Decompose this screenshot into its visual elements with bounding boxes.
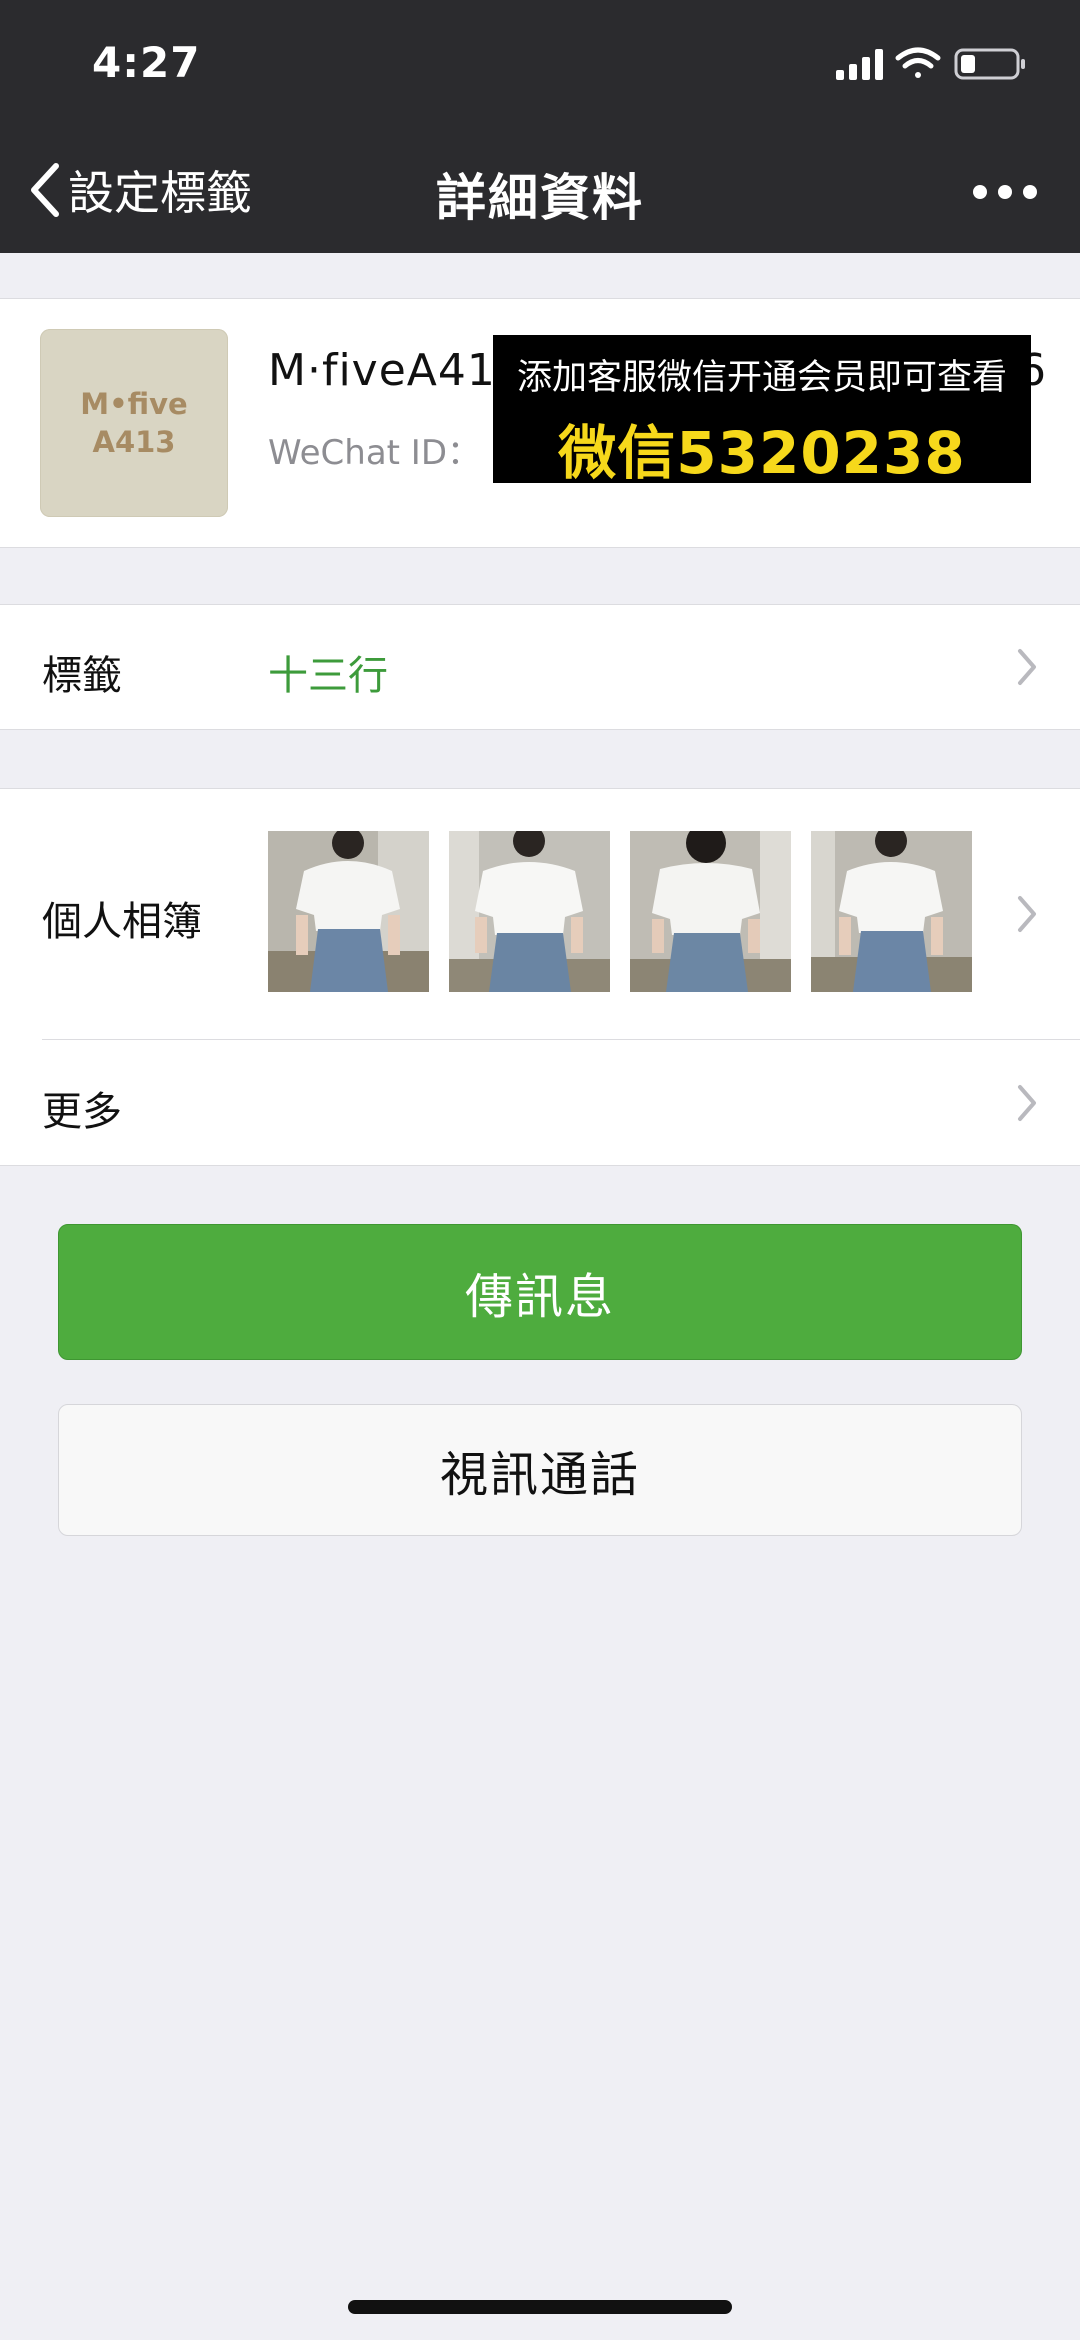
promo-contact: 微信5320238: [558, 419, 966, 487]
chevron-right-icon: [1018, 649, 1036, 685]
signal-icon: [836, 49, 883, 80]
album-photo-4[interactable]: [811, 831, 972, 992]
video-call-button[interactable]: 視訊通話: [58, 1404, 1022, 1536]
tag-row[interactable]: 標籤 十三行: [0, 605, 1080, 729]
avatar[interactable]: M•five A413: [40, 329, 228, 517]
album-photo-3[interactable]: [630, 831, 791, 992]
album-photo-1[interactable]: [268, 831, 429, 992]
profile-name: M·fiveA41: [268, 345, 496, 396]
top-bar: 4:27 設定標籤 詳細資料: [0, 0, 1080, 253]
avatar-text-line1: M•five: [80, 387, 188, 421]
status-icons: [836, 47, 1025, 80]
album-row[interactable]: 個人相簿: [0, 789, 1080, 1039]
status-time: 4:27: [92, 38, 201, 87]
tag-group: 標籤 十三行: [0, 604, 1080, 730]
more-row[interactable]: 更多: [0, 1039, 1080, 1165]
tag-value: 十三行: [268, 653, 388, 699]
promo-overlay-banner: 添加客服微信开通会员即可查看 微信5320238: [493, 335, 1031, 487]
info-group: 個人相簿 更多: [0, 788, 1080, 1166]
album-label: 個人相簿: [42, 899, 202, 945]
chevron-right-icon: [1018, 1085, 1036, 1121]
send-message-button[interactable]: 傳訊息: [58, 1224, 1022, 1360]
album-thumbnails: [268, 831, 972, 992]
battery-icon: [954, 48, 1025, 80]
page-title: 詳細資料: [436, 169, 644, 227]
album-photo-2[interactable]: [449, 831, 610, 992]
chevron-right-icon: [1018, 896, 1036, 932]
promo-text: 添加客服微信开通会员即可查看: [516, 358, 1007, 398]
more-options-icon[interactable]: [970, 172, 1040, 212]
more-label: 更多: [42, 1089, 122, 1135]
tag-label: 標籤: [42, 653, 122, 699]
avatar-text-line2: A413: [92, 425, 176, 459]
home-indicator[interactable]: [348, 2300, 732, 2314]
wifi-icon: [895, 47, 941, 78]
wechat-id-label: WeChat ID：: [268, 433, 482, 473]
